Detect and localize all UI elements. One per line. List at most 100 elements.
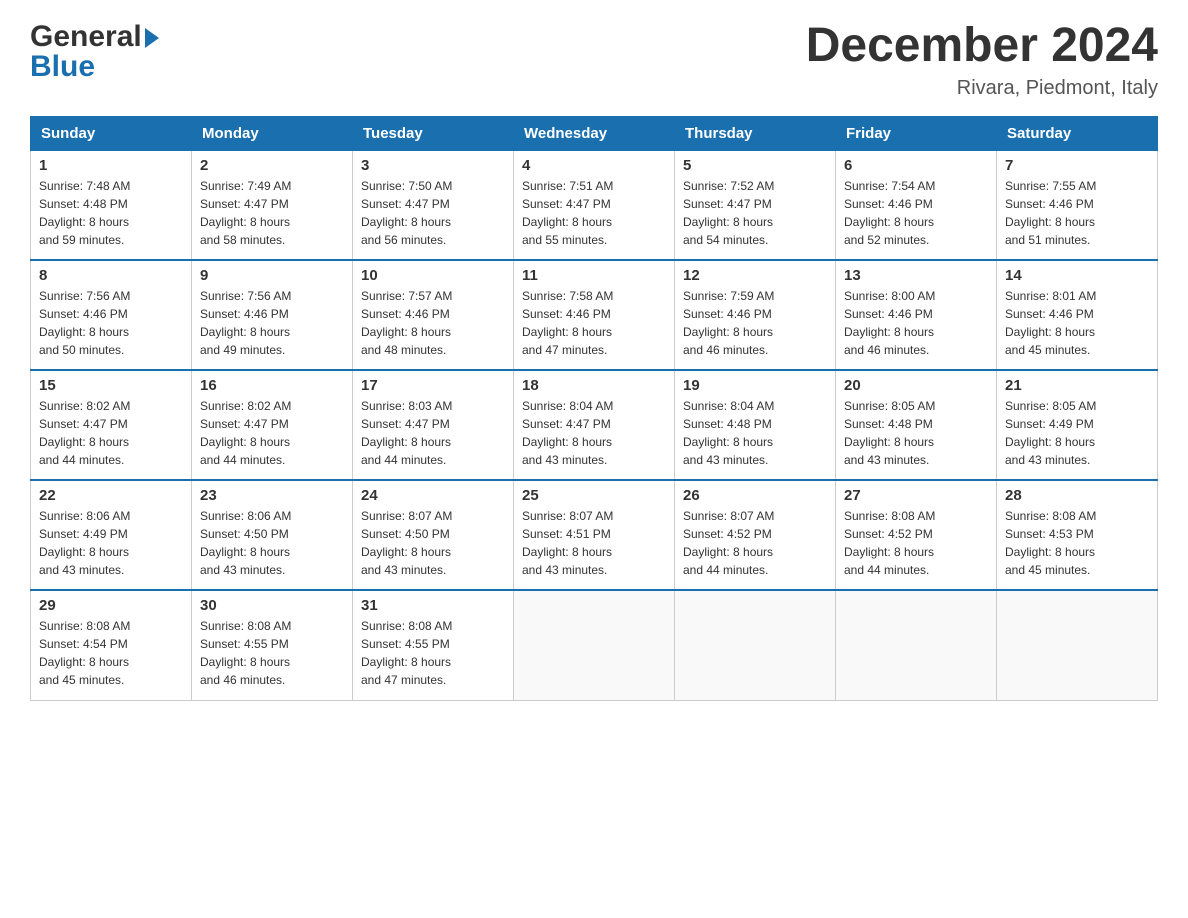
day-info: Sunrise: 8:08 AM Sunset: 4:55 PM Dayligh…	[200, 617, 344, 689]
calendar-day-cell: 17 Sunrise: 8:03 AM Sunset: 4:47 PM Dayl…	[353, 370, 514, 480]
calendar-day-cell: 12 Sunrise: 7:59 AM Sunset: 4:46 PM Dayl…	[675, 260, 836, 370]
calendar-week-row: 15 Sunrise: 8:02 AM Sunset: 4:47 PM Dayl…	[31, 370, 1158, 480]
calendar-day-cell: 7 Sunrise: 7:55 AM Sunset: 4:46 PM Dayli…	[997, 150, 1158, 260]
title-section: December 2024 Rivara, Piedmont, Italy	[806, 20, 1158, 100]
calendar-day-cell: 6 Sunrise: 7:54 AM Sunset: 4:46 PM Dayli…	[836, 150, 997, 260]
calendar-day-cell: 21 Sunrise: 8:05 AM Sunset: 4:49 PM Dayl…	[997, 370, 1158, 480]
day-header-row: Sunday Monday Tuesday Wednesday Thursday…	[31, 116, 1158, 150]
day-number: 28	[1005, 487, 1149, 504]
calendar-week-row: 8 Sunrise: 7:56 AM Sunset: 4:46 PM Dayli…	[31, 260, 1158, 370]
day-number: 20	[844, 377, 988, 394]
calendar-day-cell: 3 Sunrise: 7:50 AM Sunset: 4:47 PM Dayli…	[353, 150, 514, 260]
day-info: Sunrise: 8:08 AM Sunset: 4:53 PM Dayligh…	[1005, 507, 1149, 579]
calendar-subtitle: Rivara, Piedmont, Italy	[806, 77, 1158, 100]
day-number: 19	[683, 377, 827, 394]
calendar-week-row: 1 Sunrise: 7:48 AM Sunset: 4:48 PM Dayli…	[31, 150, 1158, 260]
day-number: 2	[200, 157, 344, 174]
day-info: Sunrise: 7:56 AM Sunset: 4:46 PM Dayligh…	[200, 287, 344, 359]
calendar-day-cell: 1 Sunrise: 7:48 AM Sunset: 4:48 PM Dayli…	[31, 150, 192, 260]
day-info: Sunrise: 8:05 AM Sunset: 4:49 PM Dayligh…	[1005, 397, 1149, 469]
calendar-day-cell: 26 Sunrise: 8:07 AM Sunset: 4:52 PM Dayl…	[675, 480, 836, 590]
day-info: Sunrise: 8:02 AM Sunset: 4:47 PM Dayligh…	[200, 397, 344, 469]
day-info: Sunrise: 7:55 AM Sunset: 4:46 PM Dayligh…	[1005, 177, 1149, 249]
day-number: 31	[361, 597, 505, 614]
calendar-day-cell: 20 Sunrise: 8:05 AM Sunset: 4:48 PM Dayl…	[836, 370, 997, 480]
day-info: Sunrise: 7:56 AM Sunset: 4:46 PM Dayligh…	[39, 287, 183, 359]
day-number: 5	[683, 157, 827, 174]
logo-arrow-icon	[145, 28, 159, 48]
day-info: Sunrise: 8:07 AM Sunset: 4:50 PM Dayligh…	[361, 507, 505, 579]
day-info: Sunrise: 8:08 AM Sunset: 4:55 PM Dayligh…	[361, 617, 505, 689]
day-info: Sunrise: 8:04 AM Sunset: 4:48 PM Dayligh…	[683, 397, 827, 469]
calendar-day-cell: 16 Sunrise: 8:02 AM Sunset: 4:47 PM Dayl…	[192, 370, 353, 480]
day-number: 12	[683, 267, 827, 284]
calendar-day-cell	[514, 590, 675, 700]
calendar-day-cell: 29 Sunrise: 8:08 AM Sunset: 4:54 PM Dayl…	[31, 590, 192, 700]
header-thursday: Thursday	[675, 116, 836, 150]
day-info: Sunrise: 8:00 AM Sunset: 4:46 PM Dayligh…	[844, 287, 988, 359]
day-number: 30	[200, 597, 344, 614]
day-info: Sunrise: 8:04 AM Sunset: 4:47 PM Dayligh…	[522, 397, 666, 469]
day-info: Sunrise: 8:07 AM Sunset: 4:52 PM Dayligh…	[683, 507, 827, 579]
page-header: General Blue December 2024 Rivara, Piedm…	[30, 20, 1158, 100]
day-info: Sunrise: 8:05 AM Sunset: 4:48 PM Dayligh…	[844, 397, 988, 469]
calendar-day-cell: 22 Sunrise: 8:06 AM Sunset: 4:49 PM Dayl…	[31, 480, 192, 590]
calendar-day-cell: 23 Sunrise: 8:06 AM Sunset: 4:50 PM Dayl…	[192, 480, 353, 590]
calendar-day-cell: 9 Sunrise: 7:56 AM Sunset: 4:46 PM Dayli…	[192, 260, 353, 370]
day-info: Sunrise: 7:58 AM Sunset: 4:46 PM Dayligh…	[522, 287, 666, 359]
day-number: 13	[844, 267, 988, 284]
calendar-day-cell: 2 Sunrise: 7:49 AM Sunset: 4:47 PM Dayli…	[192, 150, 353, 260]
calendar-day-cell	[836, 590, 997, 700]
day-info: Sunrise: 8:08 AM Sunset: 4:54 PM Dayligh…	[39, 617, 183, 689]
day-number: 15	[39, 377, 183, 394]
day-number: 23	[200, 487, 344, 504]
day-number: 3	[361, 157, 505, 174]
calendar-day-cell	[675, 590, 836, 700]
calendar-week-row: 22 Sunrise: 8:06 AM Sunset: 4:49 PM Dayl…	[31, 480, 1158, 590]
calendar-day-cell: 8 Sunrise: 7:56 AM Sunset: 4:46 PM Dayli…	[31, 260, 192, 370]
day-info: Sunrise: 7:49 AM Sunset: 4:47 PM Dayligh…	[200, 177, 344, 249]
calendar-day-cell: 30 Sunrise: 8:08 AM Sunset: 4:55 PM Dayl…	[192, 590, 353, 700]
day-info: Sunrise: 7:50 AM Sunset: 4:47 PM Dayligh…	[361, 177, 505, 249]
header-friday: Friday	[836, 116, 997, 150]
calendar-day-cell: 4 Sunrise: 7:51 AM Sunset: 4:47 PM Dayli…	[514, 150, 675, 260]
day-number: 16	[200, 377, 344, 394]
calendar-table: Sunday Monday Tuesday Wednesday Thursday…	[30, 116, 1158, 701]
day-number: 21	[1005, 377, 1149, 394]
day-info: Sunrise: 7:59 AM Sunset: 4:46 PM Dayligh…	[683, 287, 827, 359]
day-info: Sunrise: 8:03 AM Sunset: 4:47 PM Dayligh…	[361, 397, 505, 469]
day-info: Sunrise: 7:52 AM Sunset: 4:47 PM Dayligh…	[683, 177, 827, 249]
calendar-week-row: 29 Sunrise: 8:08 AM Sunset: 4:54 PM Dayl…	[31, 590, 1158, 700]
day-number: 11	[522, 267, 666, 284]
calendar-day-cell	[997, 590, 1158, 700]
calendar-day-cell: 19 Sunrise: 8:04 AM Sunset: 4:48 PM Dayl…	[675, 370, 836, 480]
calendar-day-cell: 5 Sunrise: 7:52 AM Sunset: 4:47 PM Dayli…	[675, 150, 836, 260]
day-number: 26	[683, 487, 827, 504]
day-info: Sunrise: 7:48 AM Sunset: 4:48 PM Dayligh…	[39, 177, 183, 249]
calendar-day-cell: 13 Sunrise: 8:00 AM Sunset: 4:46 PM Dayl…	[836, 260, 997, 370]
header-monday: Monday	[192, 116, 353, 150]
calendar-day-cell: 31 Sunrise: 8:08 AM Sunset: 4:55 PM Dayl…	[353, 590, 514, 700]
day-number: 14	[1005, 267, 1149, 284]
day-number: 25	[522, 487, 666, 504]
day-number: 1	[39, 157, 183, 174]
logo: General Blue	[30, 20, 159, 84]
day-number: 18	[522, 377, 666, 394]
calendar-day-cell: 27 Sunrise: 8:08 AM Sunset: 4:52 PM Dayl…	[836, 480, 997, 590]
day-number: 29	[39, 597, 183, 614]
day-info: Sunrise: 8:06 AM Sunset: 4:50 PM Dayligh…	[200, 507, 344, 579]
header-wednesday: Wednesday	[514, 116, 675, 150]
day-number: 24	[361, 487, 505, 504]
calendar-day-cell: 15 Sunrise: 8:02 AM Sunset: 4:47 PM Dayl…	[31, 370, 192, 480]
header-tuesday: Tuesday	[353, 116, 514, 150]
day-number: 4	[522, 157, 666, 174]
header-saturday: Saturday	[997, 116, 1158, 150]
day-number: 9	[200, 267, 344, 284]
logo-blue-text: Blue	[30, 50, 159, 84]
day-number: 17	[361, 377, 505, 394]
calendar-day-cell: 28 Sunrise: 8:08 AM Sunset: 4:53 PM Dayl…	[997, 480, 1158, 590]
day-info: Sunrise: 8:08 AM Sunset: 4:52 PM Dayligh…	[844, 507, 988, 579]
day-info: Sunrise: 7:54 AM Sunset: 4:46 PM Dayligh…	[844, 177, 988, 249]
day-number: 6	[844, 157, 988, 174]
day-info: Sunrise: 8:01 AM Sunset: 4:46 PM Dayligh…	[1005, 287, 1149, 359]
